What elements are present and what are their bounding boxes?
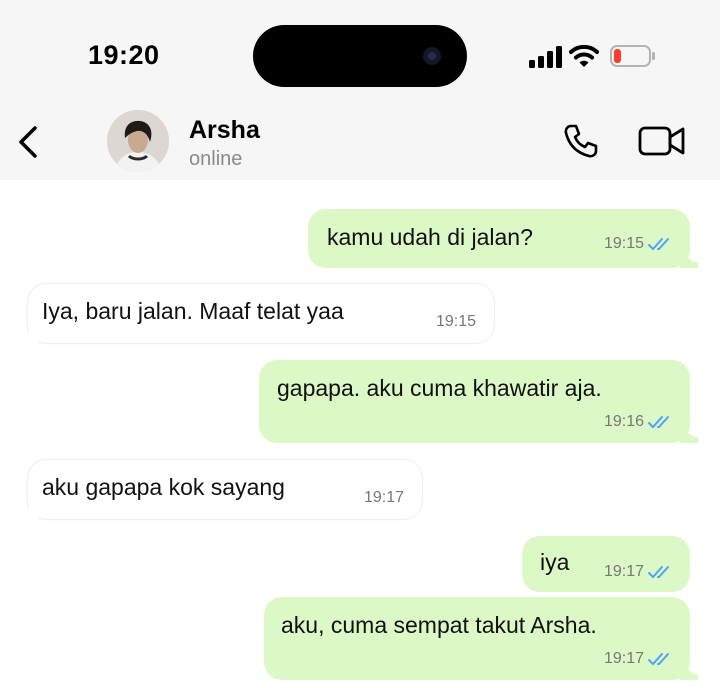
read-ticks-icon: [648, 416, 669, 429]
read-ticks-icon: [648, 653, 669, 666]
incoming-message[interactable]: aku gapapa kok sayang 19:17: [20, 460, 422, 519]
message-text: gapapa. aku cuma khawatir aja.: [277, 375, 602, 401]
message-meta: 19:17: [604, 563, 674, 581]
message-meta: 19:15: [604, 235, 674, 253]
message-time: 19:17: [603, 650, 644, 667]
read-ticks-icon: [648, 566, 669, 579]
back-chevron-icon[interactable]: [16, 124, 40, 160]
message-text: aku gapapa kok sayang: [42, 474, 285, 500]
avatar[interactable]: [107, 110, 169, 172]
clock: 19:20: [88, 40, 160, 70]
message-text: iya: [540, 549, 570, 575]
message-time: 19:15: [435, 313, 476, 330]
wifi-icon: [569, 44, 599, 67]
message-time: 19:17: [603, 563, 644, 580]
dynamic-island: [253, 25, 467, 87]
message-meta: 19:16: [604, 413, 674, 431]
message-time: 19:17: [363, 489, 404, 506]
chat-header: Arsha online: [0, 100, 720, 180]
camera-dot: [423, 47, 441, 65]
presence-status: online: [189, 148, 243, 170]
video-call-icon[interactable]: [638, 124, 686, 158]
message-meta: 19:15: [436, 313, 476, 331]
message-meta: 19:17: [364, 489, 404, 507]
avatar-image: [107, 110, 169, 172]
status-bar: 19:20: [0, 0, 720, 100]
message-time: 19:15: [603, 235, 644, 252]
signal-icon: [529, 46, 562, 68]
outgoing-message[interactable]: iya 19:17: [522, 536, 690, 592]
message-time: 19:16: [603, 413, 644, 430]
message-text: Iya, baru jalan. Maaf telat yaa: [42, 298, 344, 324]
message-meta: 19:17: [604, 650, 674, 668]
outgoing-message[interactable]: aku, cuma sempat takut Arsha. 19:17: [264, 597, 698, 680]
phone-icon[interactable]: [562, 122, 600, 160]
message-list[interactable]: kamu udah di jalan? 19:15 Iya, baru jala…: [0, 180, 720, 688]
message-text: kamu udah di jalan?: [327, 224, 533, 250]
message-text: aku, cuma sempat takut Arsha.: [281, 612, 597, 638]
outgoing-message[interactable]: kamu udah di jalan? 19:15: [308, 209, 698, 268]
incoming-message[interactable]: Iya, baru jalan. Maaf telat yaa 19:15: [20, 284, 494, 343]
outgoing-message[interactable]: gapapa. aku cuma khawatir aja. 19:16: [259, 360, 698, 443]
read-ticks-icon: [648, 238, 669, 251]
contact-name[interactable]: Arsha: [189, 116, 260, 145]
battery-low-icon: [610, 45, 655, 67]
